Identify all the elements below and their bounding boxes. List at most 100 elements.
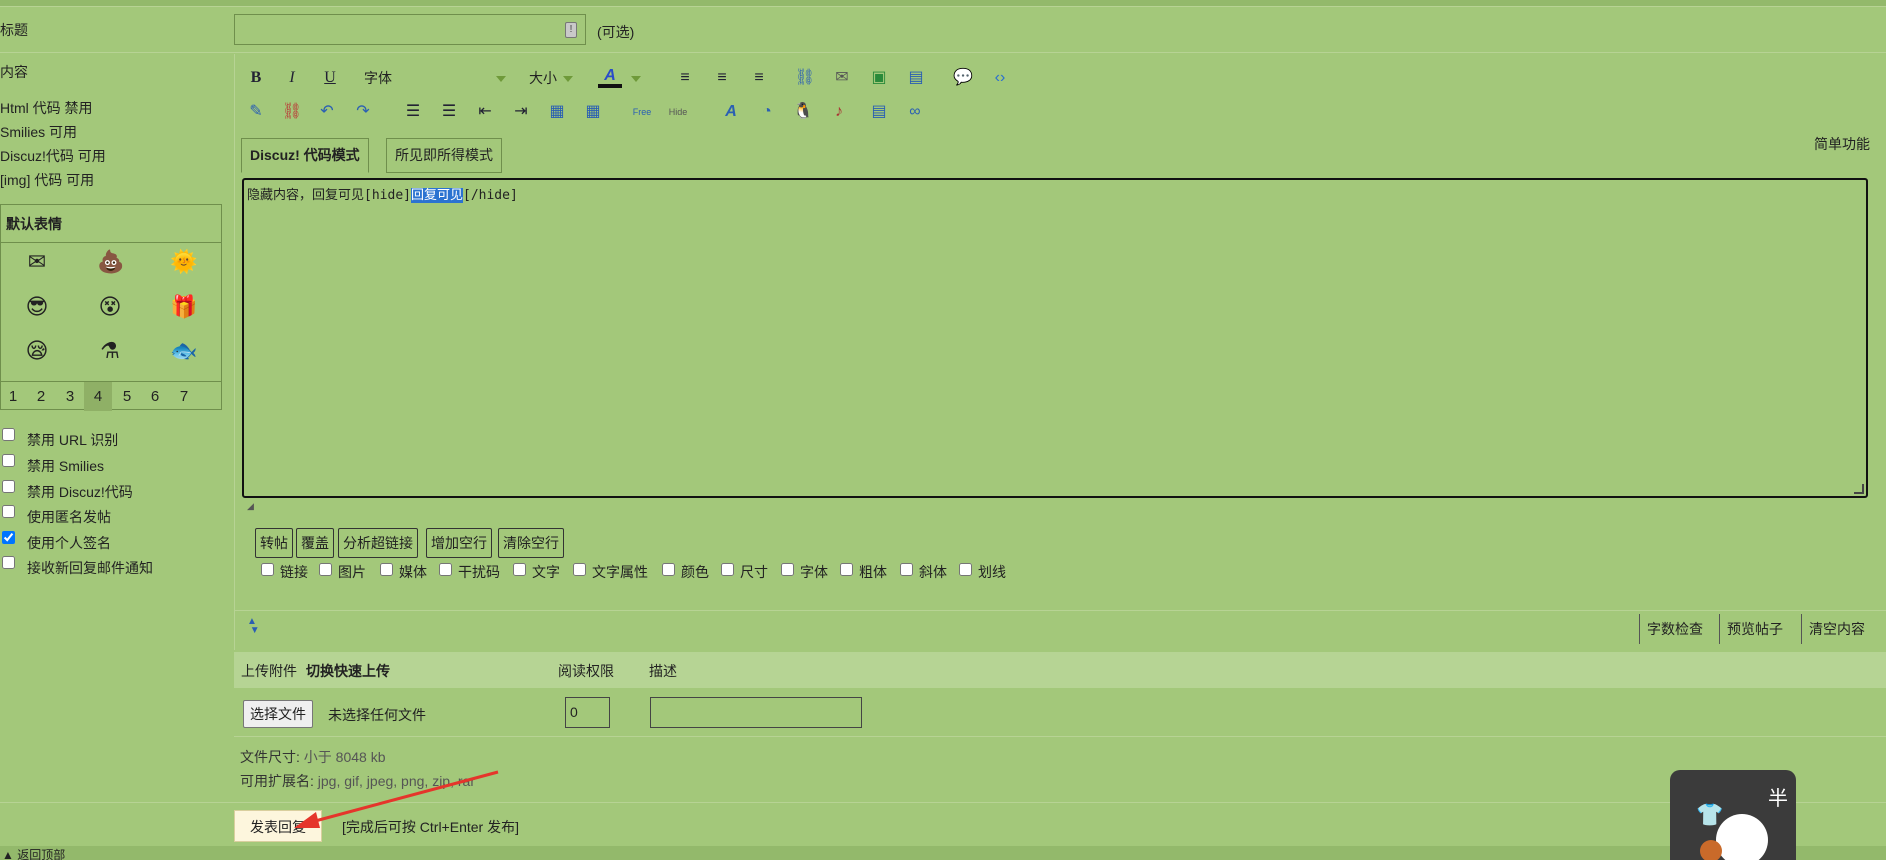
description-input[interactable]	[650, 697, 862, 728]
analyze-links-button[interactable]: 分析超链接	[338, 528, 418, 558]
smilies-page-1[interactable]: 1	[0, 382, 27, 411]
align-center-icon[interactable]: ≡	[710, 66, 734, 90]
option-checkbox[interactable]	[2, 556, 15, 569]
filter-checkbox[interactable]	[439, 563, 452, 576]
code-icon[interactable]: ‹›	[988, 66, 1012, 90]
smilies-page-3[interactable]: 3	[56, 382, 84, 411]
ordered-list-icon[interactable]: ☰	[401, 100, 425, 124]
resize-handle-icon[interactable]: ◢	[247, 501, 254, 512]
tab-code-mode[interactable]: Discuz! 代码模式	[241, 138, 369, 173]
smilies-page-6[interactable]: 6	[141, 382, 169, 411]
option-checkbox[interactable]	[2, 505, 15, 518]
sunglasses-icon[interactable]: 😎	[24, 294, 50, 320]
filter-checkbox[interactable]	[721, 563, 734, 576]
link-icon[interactable]: ⛓	[793, 66, 817, 90]
align-right-icon[interactable]: ≡	[747, 66, 771, 90]
back-to-top-link[interactable]: ▲ 返回顶部	[2, 846, 65, 860]
word-count-button[interactable]: 字数检查	[1639, 614, 1703, 644]
clear-content-button[interactable]: 清空内容	[1801, 614, 1865, 644]
smilies-pager: 1 2 3 4 5 6 7	[0, 381, 221, 411]
option-checkbox[interactable]	[2, 454, 15, 467]
smilies-page-4[interactable]: 4	[84, 382, 112, 411]
repost-button[interactable]: 转帖	[255, 528, 293, 558]
add-blank-lines-button[interactable]: 增加空行	[426, 528, 492, 558]
font-style-icon[interactable]: A	[719, 100, 743, 124]
dizzy-face-icon[interactable]: 😵	[97, 294, 123, 320]
permission-input[interactable]: 0	[565, 697, 610, 728]
tab-wysiwyg-mode[interactable]: 所见即所得模式	[386, 138, 502, 173]
basketball-icon	[1700, 840, 1722, 860]
filter-label: 图片	[338, 564, 366, 580]
no-file-text: 未选择任何文件	[328, 707, 426, 723]
filter-checkbox[interactable]	[380, 563, 393, 576]
music-icon[interactable]: ♪	[827, 100, 851, 124]
filter-checkbox[interactable]	[319, 563, 332, 576]
gift-icon[interactable]: 🎁	[170, 294, 197, 320]
flash-icon[interactable]: ▤	[867, 100, 891, 124]
media-icon[interactable]: ▤	[904, 66, 928, 90]
smilies-page-7[interactable]: 7	[170, 382, 198, 411]
insert-icon[interactable]: ◔	[755, 100, 779, 124]
smilies-page-5[interactable]: 5	[113, 382, 141, 411]
sleepy-face-icon[interactable]: 😪	[24, 338, 50, 364]
image-icon[interactable]: ▣	[867, 66, 891, 90]
filter-checkbox[interactable]	[959, 563, 972, 576]
italic-button[interactable]: I	[280, 66, 304, 90]
filter-checkbox[interactable]	[513, 563, 526, 576]
text-color-dropdown[interactable]	[631, 66, 645, 90]
quote-icon[interactable]: 💬	[951, 66, 975, 90]
hide-tag-icon[interactable]: Hide	[666, 100, 690, 124]
choose-file-button[interactable]: 选择文件	[243, 700, 313, 728]
upload-title: 上传附件	[241, 663, 297, 679]
content-text: 隐藏内容，回复可见	[247, 188, 365, 203]
font-select[interactable]: 字体	[364, 66, 514, 90]
underline-button[interactable]: U	[318, 66, 342, 90]
float-left-icon[interactable]: ▦	[545, 100, 569, 124]
qq-icon[interactable]: 🐧	[791, 100, 815, 124]
filter-label: 字体	[800, 564, 828, 580]
filter-checkbox[interactable]	[573, 563, 586, 576]
filter-checkbox[interactable]	[840, 563, 853, 576]
filter-checkbox[interactable]	[781, 563, 794, 576]
title-input[interactable]: !	[234, 14, 586, 45]
hookah-icon[interactable]: ⚗	[97, 338, 123, 364]
option-checkbox[interactable]	[2, 531, 15, 544]
float-right-icon[interactable]: ▦	[581, 100, 605, 124]
chevron-down-icon	[631, 76, 641, 83]
filter-checkbox[interactable]	[900, 563, 913, 576]
more-icon[interactable]: ∞	[903, 100, 927, 124]
floating-mascot-widget[interactable]: 👕 半	[1670, 770, 1796, 860]
resize-grip-icon[interactable]	[1854, 484, 1864, 494]
unordered-list-icon[interactable]: ☰	[437, 100, 461, 124]
simple-mode-link[interactable]: 简单功能	[1814, 134, 1870, 154]
undo-icon[interactable]: ↶	[315, 100, 339, 124]
filter-checkbox[interactable]	[662, 563, 675, 576]
unlink-icon[interactable]: ⛓	[280, 100, 304, 124]
outdent-icon[interactable]: ⇤	[473, 100, 497, 124]
poop-icon[interactable]: 💩	[97, 249, 124, 275]
text-color-button[interactable]: A	[598, 66, 622, 88]
smilies-page-2[interactable]: 2	[27, 382, 55, 411]
chevron-down-icon	[496, 76, 506, 83]
expand-collapse-icon[interactable]: ▲ ▼	[247, 617, 260, 636]
option-checkbox[interactable]	[2, 480, 15, 493]
remove-format-icon[interactable]: ✎	[244, 100, 268, 124]
indent-icon[interactable]: ⇥	[509, 100, 533, 124]
bold-button[interactable]: B	[244, 66, 268, 90]
redo-icon[interactable]: ↷	[351, 100, 375, 124]
email-icon[interactable]: ✉	[830, 66, 854, 90]
size-select[interactable]: 大小	[529, 66, 589, 90]
free-tag-icon[interactable]: Free	[630, 100, 654, 124]
clear-blank-lines-button[interactable]: 清除空行	[498, 528, 564, 558]
quick-upload-toggle[interactable]: 切换快速上传	[306, 661, 390, 681]
align-left-icon[interactable]: ≡	[673, 66, 697, 90]
content-textarea[interactable]: 隐藏内容，回复可见[hide]回复可见[/hide]	[242, 178, 1868, 498]
overwrite-button[interactable]: 覆盖	[296, 528, 334, 558]
envelope-icon[interactable]: ✉	[24, 249, 50, 275]
filter-label: 粗体	[859, 564, 887, 580]
fish-icon[interactable]: 🐟	[170, 338, 197, 364]
preview-button[interactable]: 预览帖子	[1719, 614, 1783, 644]
filter-checkbox[interactable]	[261, 563, 274, 576]
sun-smile-icon[interactable]: 🌞	[170, 249, 197, 275]
option-checkbox[interactable]	[2, 428, 15, 441]
